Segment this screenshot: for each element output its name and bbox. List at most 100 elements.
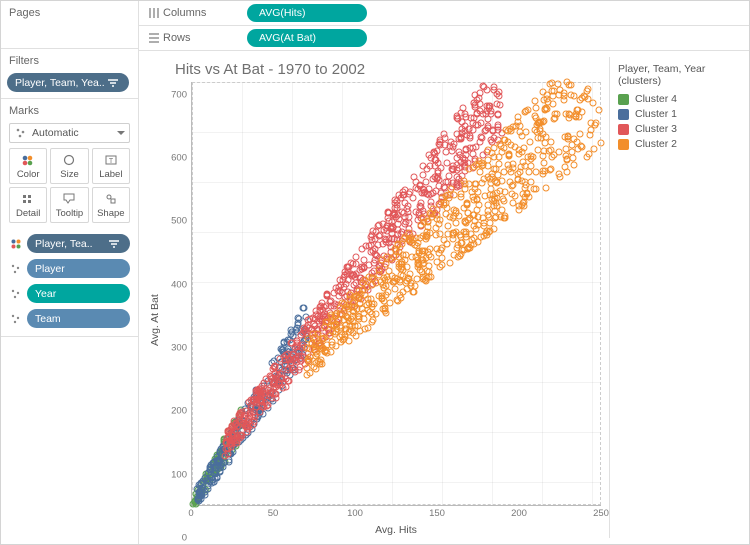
scatter-point [455,241,462,248]
scatter-point [484,146,491,153]
scatter-point [443,210,450,217]
scatter-point [361,276,368,283]
scatter-point [305,336,312,343]
scatter-point [492,178,499,185]
scatter-point [383,273,390,280]
scatter-point [306,357,313,364]
scatter-point [379,295,386,302]
tooltip-icon [61,192,77,206]
scatter-point [536,120,543,127]
filter-pill-cluster[interactable]: Player, Team, Yea.. [7,73,129,92]
marks-type-label: Automatic [28,127,117,139]
legend-item[interactable]: Cluster 4 [618,93,737,105]
marks-pill-cluster[interactable]: Player, Tea.. [27,234,130,253]
columns-pill-avg-hits[interactable]: AVG(Hits) [247,4,367,22]
svg-text:T: T [109,158,114,165]
mark-tooltip-label: Tooltip [56,208,83,219]
mark-tooltip-button[interactable]: Tooltip [50,187,88,223]
scatter-point [533,168,540,175]
chart-title: Hits vs At Bat - 1970 to 2002 [175,61,601,78]
mark-size-label: Size [60,169,78,180]
scatter-point [345,267,352,274]
legend-item-label: Cluster 3 [635,123,677,135]
rows-pill-avg-atbat[interactable]: AVG(At Bat) [247,29,367,47]
legend-swatch [618,124,629,135]
scatter-point [533,104,540,111]
scatter-point [426,274,433,281]
scatter-point [429,176,436,183]
scatter-point [464,210,471,217]
x-tick: 100 [347,508,363,519]
scatter-point [424,228,431,235]
marks-pill-team[interactable]: Team [27,309,130,328]
filters-title: Filters [7,53,132,71]
app-root: Pages Filters Player, Team, Yea.. Marks … [0,0,750,545]
scatter-point [263,375,270,382]
scatter-point [405,208,412,215]
legend-item[interactable]: Cluster 3 [618,123,737,135]
scatter-point [491,195,498,202]
mark-label-button[interactable]: T Label [92,148,130,184]
scatter-plot[interactable] [191,82,601,506]
legend-item-label: Cluster 2 [635,138,677,150]
scatter-point [577,130,584,137]
scatter-point [443,193,450,200]
mark-detail-button[interactable]: Detail [9,187,47,223]
mark-shape-button[interactable]: Shape [92,187,130,223]
scatter-point [469,145,476,152]
marks-pill-player-row: Player [9,257,130,280]
scatter-point [474,122,481,129]
x-tick: 200 [511,508,527,519]
pages-title: Pages [7,5,132,23]
scatter-point [257,387,264,394]
scatter-point [354,295,361,302]
legend-item[interactable]: Cluster 2 [618,138,737,150]
scatter-point [313,351,320,358]
scatter-point [466,166,473,173]
columns-pill-label: AVG(Hits) [259,7,305,19]
chart-wrap: Hits vs At Bat - 1970 to 2002 Avg. At Ba… [139,51,609,544]
scatter-point [350,260,357,267]
marks-pill-player[interactable]: Player [27,259,130,278]
scatter-point [475,202,482,209]
scatter-point [460,177,467,184]
y-tick: 400 [171,279,187,290]
scatter-point [595,106,602,113]
scatter-point [224,451,231,458]
color-icon [9,237,23,251]
marks-pill-team-row: Team [9,307,130,330]
scatter-point [393,197,400,204]
scatter-point [516,123,523,130]
filters-shelf[interactable]: Filters Player, Team, Yea.. [1,49,138,99]
marks-pill-year[interactable]: Year [27,284,130,303]
scatter-point [282,384,289,391]
scatter-point [435,182,442,189]
scatter-point [338,331,345,338]
scatter-point [569,149,576,156]
scatter-point [417,204,424,211]
scatter-point [435,250,442,257]
scatter-point [547,147,554,154]
scatter-point [551,87,558,94]
scatter-point [568,82,575,89]
scatter-point [451,212,458,219]
scatter-point [286,365,293,372]
legend-title: Player, Team, Year (clusters) [618,63,737,87]
legend-item[interactable]: Cluster 1 [618,108,737,120]
scatter-point [475,238,482,245]
pages-shelf[interactable]: Pages [1,1,138,49]
scatter-point [215,457,222,464]
scatter-point [257,396,264,403]
scatter-point [391,205,398,212]
legend-panel: Player, Team, Year (clusters) Cluster 4 C… [609,57,745,538]
scatter-point [588,126,595,133]
columns-shelf[interactable]: Columns AVG(Hits) [139,1,749,26]
scatter-point [301,324,308,331]
scatter-point [550,115,557,122]
mark-size-button[interactable]: Size [50,148,88,184]
mark-color-button[interactable]: Color [9,148,47,184]
rows-shelf[interactable]: Rows AVG(At Bat) [139,26,749,51]
scatter-point [494,111,501,118]
marks-type-select[interactable]: Automatic [9,123,130,143]
shape-icon [103,192,119,206]
